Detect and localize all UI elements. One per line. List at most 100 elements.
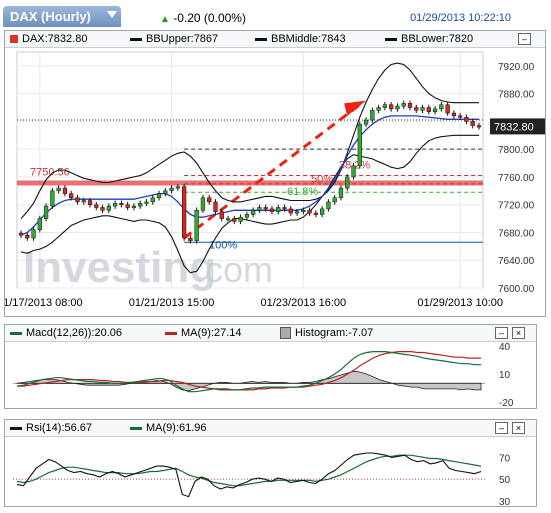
candle [451, 112, 457, 117]
x-tick-label: 01/17/2013 08:00 [5, 297, 83, 309]
candle [31, 229, 36, 239]
macd-legend: Macd(12,26)):20.06 MA(9):27.14 Histogram… [5, 325, 536, 342]
candle [62, 187, 68, 194]
fib-label: 50% [311, 173, 333, 185]
candle [200, 197, 206, 211]
candle [476, 125, 482, 128]
candle [207, 197, 212, 203]
legend-bb-middle: BBMiddle:7843 [255, 33, 346, 45]
candle [156, 193, 162, 199]
candle [345, 176, 350, 189]
line-icon [165, 331, 177, 335]
candle [163, 190, 168, 194]
line-icon [385, 37, 397, 41]
minimize-button[interactable]: – [495, 422, 508, 434]
candle [370, 110, 375, 121]
y-tick-label: 7680.00 [498, 228, 535, 239]
candle [18, 232, 24, 236]
y-tick-label: 7600.00 [498, 284, 535, 295]
chart-header: DAX (Hourly) ▲ -0.20 (0.00%) 01/29/2013 … [0, 0, 551, 30]
resistance-label: 7750.56 [30, 166, 70, 178]
candle [25, 234, 30, 239]
resistance-line [17, 180, 483, 186]
y-tick-label: 7760.00 [498, 173, 535, 184]
instrument-title: DAX (Hourly) [10, 9, 91, 24]
candle [225, 218, 231, 221]
candle [131, 205, 137, 208]
candle [276, 207, 281, 212]
y-tick-label: 50 [499, 475, 511, 486]
candle [470, 121, 475, 126]
candle [288, 208, 293, 214]
y-tick-label: 7720.00 [498, 201, 535, 212]
candle [395, 105, 400, 110]
candle [100, 207, 105, 211]
candle [37, 218, 42, 230]
candle [125, 204, 130, 208]
y-tick-label: 10 [499, 370, 511, 381]
candle [251, 210, 256, 215]
candle [269, 208, 275, 212]
candle [332, 197, 337, 203]
legend-histogram: Histogram:-7.07 [280, 327, 373, 340]
candle [106, 205, 111, 211]
legend-bb-upper: BBUpper:7867 [130, 33, 218, 45]
y-tick-label: 7800.00 [498, 145, 535, 156]
candle [407, 103, 413, 108]
candle [219, 211, 224, 219]
line-icon [130, 37, 142, 41]
close-button[interactable]: × [512, 327, 525, 339]
legend-price: DAX:7832.80 [10, 33, 87, 45]
line-icon [130, 426, 142, 430]
candle [389, 104, 394, 110]
candle [181, 186, 187, 239]
macd-chart[interactable]: 40 10 -20 [5, 342, 536, 408]
watermark-left: Investing [23, 243, 216, 292]
candle [69, 193, 74, 199]
timestamp: 01/29/2013 10:22:10 [410, 12, 511, 24]
candle [439, 104, 444, 110]
minimize-button[interactable]: – [495, 327, 508, 339]
current-price-value: 7832.80 [494, 121, 534, 133]
x-tick-label: 01/23/2013 16:00 [261, 297, 347, 309]
y-tick-label: -20 [499, 398, 514, 408]
candle [294, 211, 300, 214]
instrument-tab[interactable]: DAX (Hourly) [3, 6, 121, 27]
candle [301, 210, 306, 213]
candle [119, 203, 124, 206]
close-button[interactable]: × [512, 422, 525, 434]
legend-rsi-ma: MA(9):61.96 [130, 422, 207, 434]
candle [244, 214, 249, 218]
candle [94, 204, 99, 208]
candle [464, 116, 469, 122]
candle [87, 200, 93, 205]
main-legend: DAX:7832.80 BBUpper:7867 BBMiddle:7843 B… [5, 31, 545, 48]
candle [326, 201, 331, 210]
candle [81, 200, 86, 203]
candle [382, 104, 388, 108]
legend-rsi: Rsi(14):56.67 [10, 422, 92, 434]
y-tick-label: 40 [499, 342, 511, 353]
candle-icon [10, 35, 18, 44]
x-tick-label: 01/29/2013 10:00 [417, 297, 503, 309]
rsi-chart[interactable]: 70 50 30 [5, 437, 536, 506]
candle [445, 104, 450, 114]
legend-macd-ma: MA(9):27.14 [165, 327, 242, 339]
minimize-button[interactable]: – [518, 33, 531, 45]
macd-panel: Macd(12,26)):20.06 MA(9):27.14 Histogram… [4, 324, 537, 409]
line-icon [10, 331, 22, 335]
y-tick-label: 7920.00 [498, 62, 535, 73]
candle [112, 203, 118, 207]
candle [282, 207, 287, 210]
candle [263, 207, 268, 210]
candle [213, 201, 218, 212]
candle [169, 187, 174, 192]
legend-macd: Macd(12,26)):20.06 [10, 327, 122, 339]
candle [432, 108, 438, 112]
chevron-down-icon[interactable] [107, 11, 117, 18]
candle [338, 187, 344, 199]
price-chart[interactable]: 7920.007880.007840.007800.007760.007720.… [5, 48, 545, 316]
candle [414, 107, 419, 111]
candle [150, 197, 155, 203]
histogram-icon [280, 327, 291, 340]
